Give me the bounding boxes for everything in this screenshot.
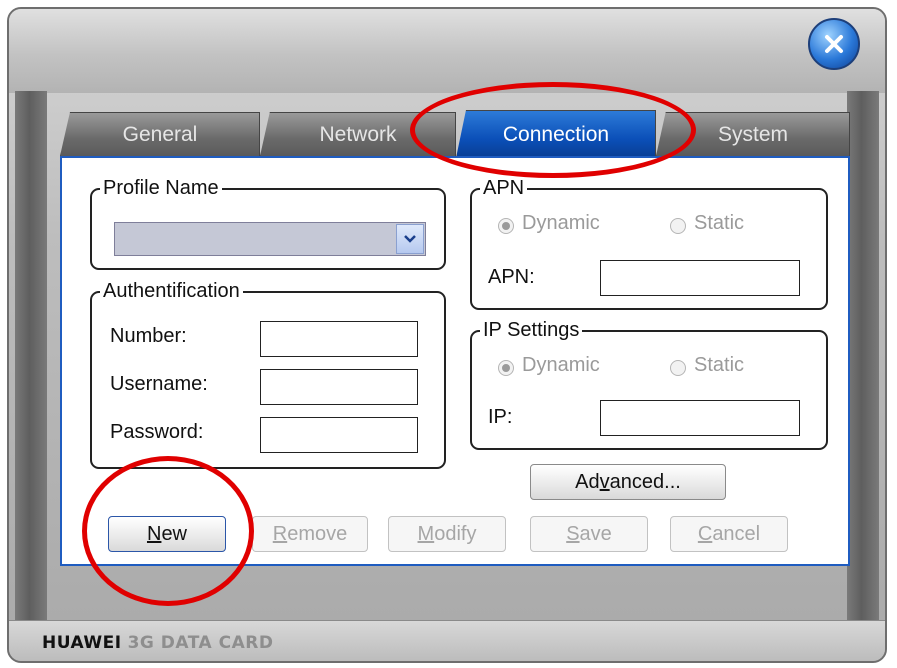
save-button[interactable]: Save bbox=[530, 516, 648, 552]
tab-system[interactable]: System bbox=[656, 112, 850, 156]
password-label: Password: bbox=[110, 421, 204, 443]
modify-button-label-accel: M bbox=[417, 522, 435, 545]
chevron-down-icon bbox=[404, 235, 416, 243]
modify-button-label-post: odify bbox=[434, 522, 477, 545]
tab-general-label: General bbox=[122, 122, 198, 146]
ip-settings-group: IP Settings Dynamic Static IP: bbox=[470, 317, 828, 450]
tab-connection-label: Connection bbox=[502, 122, 610, 146]
apn-static-label: Static bbox=[694, 212, 745, 234]
window-frame-left bbox=[15, 91, 47, 621]
advanced-button-label-accel: v bbox=[599, 470, 610, 493]
advanced-button-label-post: anced... bbox=[609, 470, 681, 493]
tab-connection[interactable]: Connection bbox=[456, 110, 656, 158]
save-button-label-post: ave bbox=[579, 522, 612, 545]
tab-network[interactable]: Network bbox=[260, 112, 456, 156]
remove-button-label-accel: R bbox=[272, 522, 288, 545]
apn-group: APN Dynamic Static APN: bbox=[470, 175, 828, 310]
brand-logo: HUAWEI 3G DATA CARD bbox=[42, 633, 273, 653]
remove-button-label-post: emove bbox=[287, 522, 348, 545]
apn-legend: APN bbox=[480, 175, 528, 201]
username-field[interactable] bbox=[260, 369, 418, 405]
number-field[interactable] bbox=[260, 321, 418, 357]
apn-field[interactable] bbox=[600, 260, 800, 296]
tab-system-label: System bbox=[717, 122, 788, 146]
dropdown-button[interactable] bbox=[396, 224, 424, 254]
ip-static-label: Static bbox=[694, 354, 745, 376]
apn-static-radio[interactable] bbox=[670, 218, 686, 234]
cancel-button-label-accel: C bbox=[697, 522, 713, 545]
cancel-button[interactable]: Cancel bbox=[670, 516, 788, 552]
window-frame-right bbox=[847, 91, 879, 621]
close-x-icon bbox=[825, 35, 843, 53]
new-button-label-post: ew bbox=[161, 522, 188, 545]
profile-name-select[interactable] bbox=[114, 222, 426, 256]
advanced-button-label-pre: Ad bbox=[575, 470, 600, 493]
ip-dynamic-radio[interactable] bbox=[498, 360, 514, 376]
remove-button[interactable]: Remove bbox=[252, 516, 368, 552]
authentification-legend: Authentification bbox=[100, 278, 243, 304]
ip-label: IP: bbox=[488, 406, 513, 428]
profile-name-group: Profile Name bbox=[90, 175, 446, 270]
connection-panel: Profile Name Authentification Number: Us… bbox=[60, 156, 850, 566]
ip-static-radio[interactable] bbox=[670, 360, 686, 376]
ip-field[interactable] bbox=[600, 400, 800, 436]
password-field[interactable] bbox=[260, 417, 418, 453]
apn-label: APN: bbox=[488, 266, 535, 288]
cancel-button-label-post: ancel bbox=[712, 522, 761, 545]
ip-dynamic-label: Dynamic bbox=[522, 354, 600, 376]
tab-network-label: Network bbox=[319, 122, 397, 146]
apn-dynamic-radio[interactable] bbox=[498, 218, 514, 234]
save-button-label-accel: S bbox=[566, 522, 580, 545]
brand-sub: 3G DATA CARD bbox=[127, 633, 274, 653]
modify-button[interactable]: Modify bbox=[388, 516, 506, 552]
close-button[interactable] bbox=[808, 18, 860, 70]
username-label: Username: bbox=[110, 373, 208, 395]
profile-name-legend: Profile Name bbox=[100, 175, 222, 201]
window-title-area bbox=[9, 9, 885, 93]
advanced-button[interactable]: Ad v anced... bbox=[530, 464, 726, 500]
apn-dynamic-label: Dynamic bbox=[522, 212, 600, 234]
authentification-group: Authentification Number: Username: Passw… bbox=[90, 278, 446, 469]
new-button[interactable]: New bbox=[108, 516, 226, 552]
brand-main: HUAWEI bbox=[42, 633, 122, 653]
ip-settings-legend: IP Settings bbox=[480, 317, 583, 343]
number-label: Number: bbox=[110, 325, 187, 347]
tab-general[interactable]: General bbox=[60, 112, 260, 156]
new-button-label-accel: N bbox=[146, 522, 162, 545]
